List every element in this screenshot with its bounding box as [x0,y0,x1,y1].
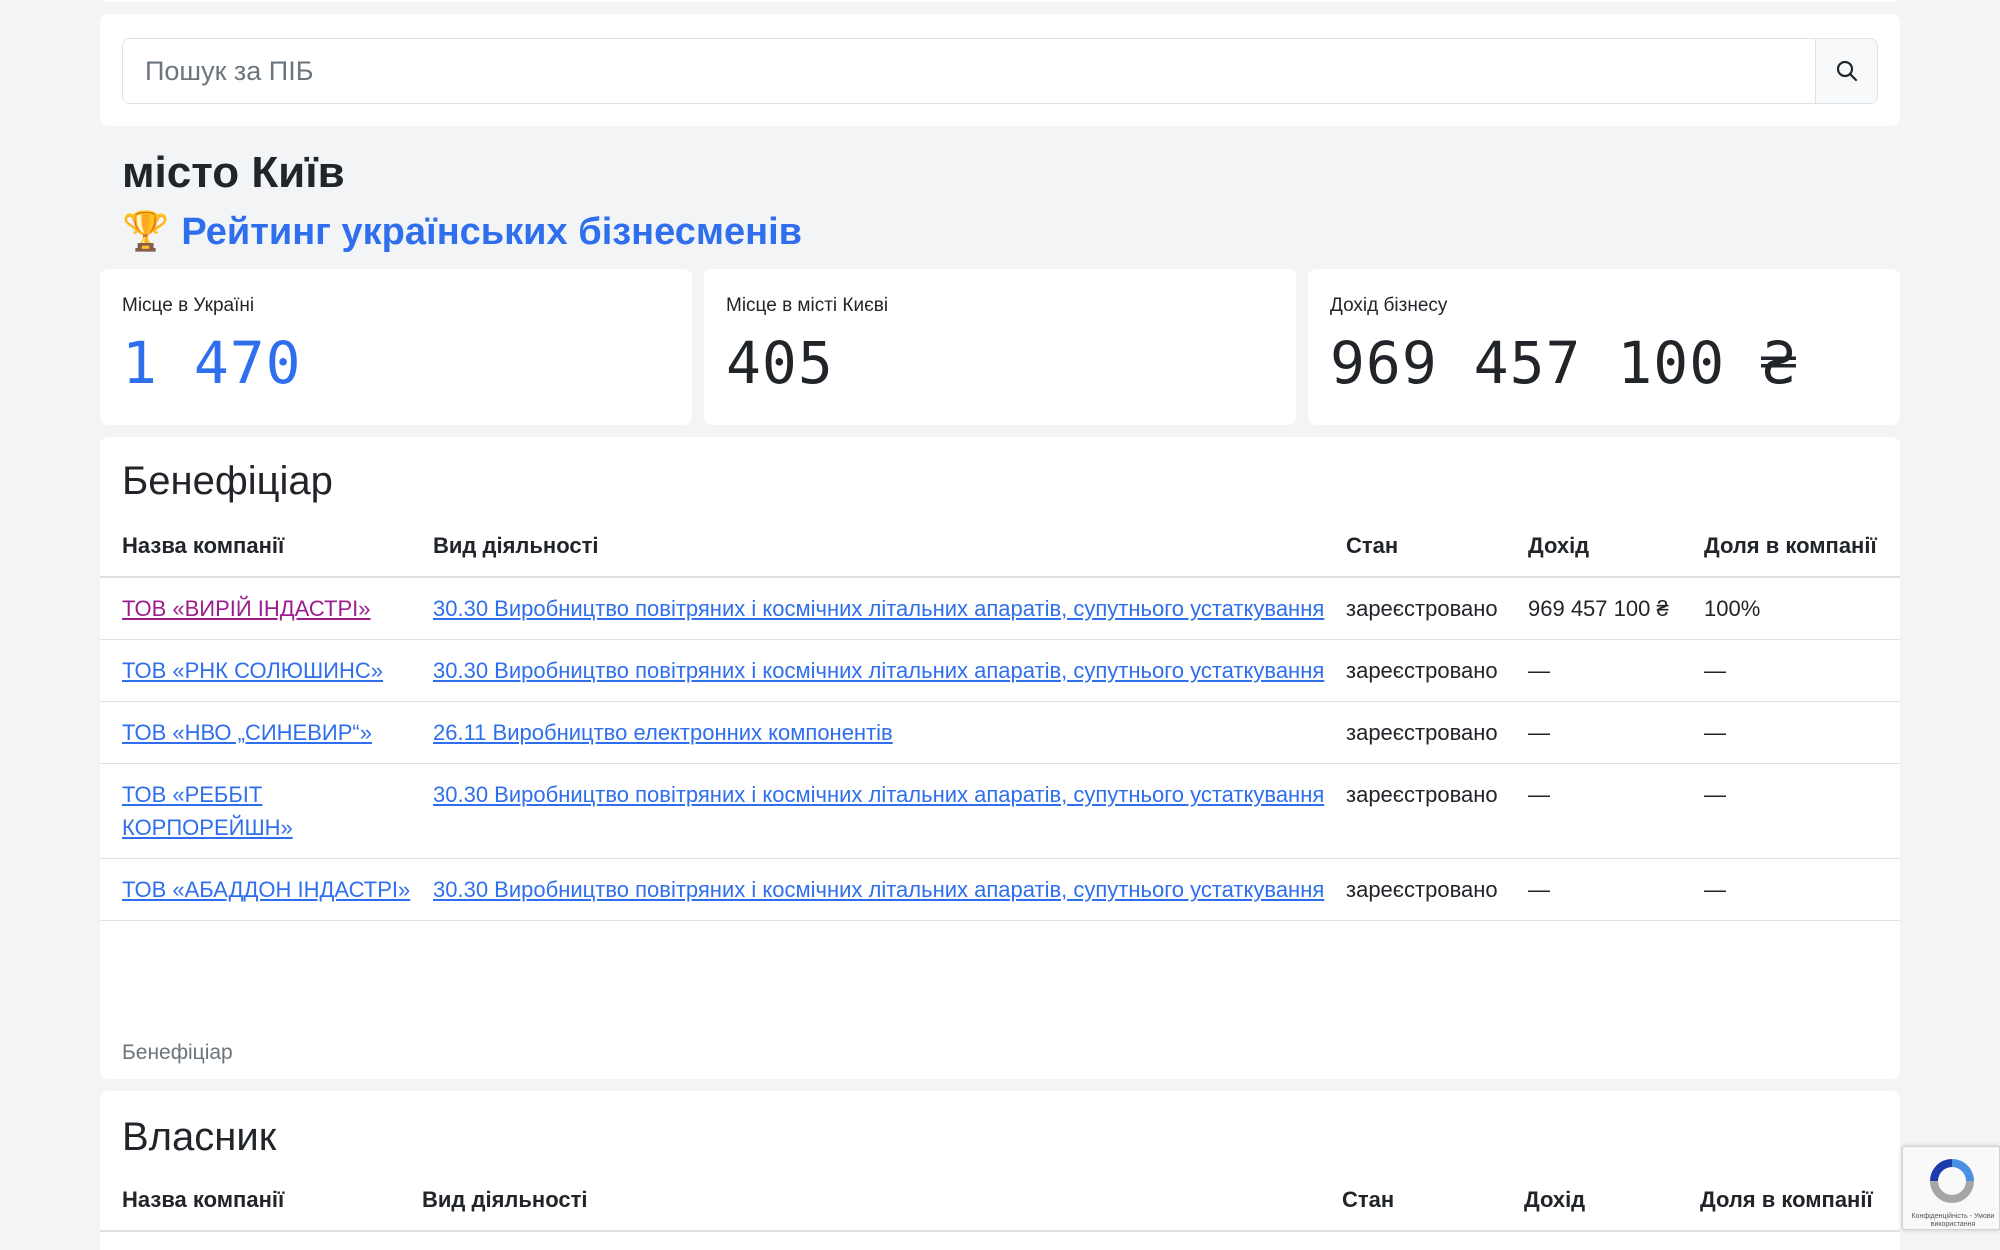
column-header-share: Доля в компанії [1690,1183,1900,1232]
owner-section: Власник Назва компанії Вид діяльності Ст… [100,1091,1900,1250]
owner-table: Назва компанії Вид діяльності Стан Дохід… [100,1183,1900,1232]
income-cell: — [1518,701,1694,764]
trophy-icon: 🏆 [122,211,170,253]
company-link[interactable]: ТОВ «НВО „СИНЕВИР“» [122,720,372,745]
recaptcha-badge[interactable]: Конфіденційність - Умови використання [1902,1146,2000,1230]
stat-label: Дохід бізнесу [1330,295,1448,316]
column-header-activity: Вид діяльності [412,1183,1332,1232]
table-header-row: Назва компанії Вид діяльності Стан Дохід… [100,529,1900,578]
activity-link[interactable]: 30.30 Виробництво повітряних і космічних… [433,596,1324,621]
share-cell: 100% [1694,577,1900,640]
income-cell: — [1518,763,1694,859]
rating-link-label: Рейтинг українських бізнесменів [181,210,802,253]
share-cell: — [1694,763,1900,859]
page-title: місто Київ [122,148,345,197]
stat-value: 969 457 100 ₴ [1330,329,1797,397]
table-header-row: Назва компанії Вид діяльності Стан Дохід… [100,1183,1900,1232]
recaptcha-icon [1930,1159,1974,1203]
stat-card-city-rank: Місце в місті Києві 405 [704,269,1296,425]
company-link[interactable]: ТОВ «ВИРІЙ ІНДАСТРІ» [122,596,371,621]
activity-link[interactable]: 30.30 Виробництво повітряних і космічних… [433,782,1324,807]
activity-link[interactable]: 30.30 Виробництво повітряних і космічних… [433,877,1324,902]
search-group [122,38,1878,104]
column-header-company: Назва компанії [100,529,423,578]
status-cell: зареєстровано [1336,763,1518,859]
table-caption: Бенефіціар [122,1041,233,1064]
search-card [100,14,1900,126]
share-cell: — [1694,858,1900,921]
stat-label: Місце в місті Києві [726,295,889,316]
stat-label: Місце в Україні [122,295,255,316]
table-row: ТОВ «РЕББІТ КОРПОРЕЙШН» 30.30 Виробництв… [100,763,1900,859]
beneficiary-table: Назва компанії Вид діяльності Стан Дохід… [100,529,1900,921]
table-row: ТОВ «ВИРІЙ ІНДАСТРІ» 30.30 Виробництво п… [100,577,1900,640]
top-card-edge [100,0,1900,2]
income-cell: 969 457 100 ₴ [1518,577,1694,640]
income-cell: — [1518,858,1694,921]
company-link[interactable]: ТОВ «РЕББІТ КОРПОРЕЙШН» [122,782,293,840]
column-header-company: Назва компанії [100,1183,412,1232]
activity-link[interactable]: 26.11 Виробництво електронних компоненті… [433,720,893,745]
rating-link[interactable]: 🏆 Рейтинг українських бізнесменів [122,210,802,254]
status-cell: зареєстровано [1336,858,1518,921]
column-header-status: Стан [1332,1183,1514,1232]
stats-row: Місце в Україні 1 470 Місце в місті Києв… [100,269,1900,425]
status-cell: зареєстровано [1336,577,1518,640]
status-cell: зареєстровано [1336,701,1518,764]
table-row: ТОВ «АБАДДОН ІНДАСТРІ» 30.30 Виробництво… [100,858,1900,921]
stat-value: 405 [726,329,834,397]
search-icon [1836,60,1857,82]
stat-card-ukraine-rank: Місце в Україні 1 470 [100,269,692,425]
income-cell: — [1518,639,1694,702]
column-header-income: Дохід [1514,1183,1690,1232]
stat-card-business-income: Дохід бізнесу 969 457 100 ₴ [1308,269,1900,425]
column-header-status: Стан [1336,529,1518,578]
search-button[interactable] [1815,39,1877,103]
table-row: ТОВ «РНК СОЛЮШИНС» 30.30 Виробництво пов… [100,639,1900,702]
section-title: Власник [122,1115,277,1159]
status-cell: зареєстровано [1336,639,1518,702]
stat-value: 1 470 [122,329,302,397]
share-cell: — [1694,639,1900,702]
search-input[interactable] [123,39,1815,103]
beneficiary-section: Бенефіціар Назва компанії Вид діяльності… [100,437,1900,1079]
column-header-income: Дохід [1518,529,1694,578]
column-header-activity: Вид діяльності [423,529,1336,578]
recaptcha-text: Конфіденційність - Умови використання [1911,1213,1995,1228]
section-title: Бенефіціар [122,459,333,503]
column-header-share: Доля в компанії [1694,529,1900,578]
company-link[interactable]: ТОВ «АБАДДОН ІНДАСТРІ» [122,877,410,902]
activity-link[interactable]: 30.30 Виробництво повітряних і космічних… [433,658,1324,683]
table-row: ТОВ «НВО „СИНЕВИР“» 26.11 Виробництво ел… [100,701,1900,764]
company-link[interactable]: ТОВ «РНК СОЛЮШИНС» [122,658,383,683]
share-cell: — [1694,701,1900,764]
